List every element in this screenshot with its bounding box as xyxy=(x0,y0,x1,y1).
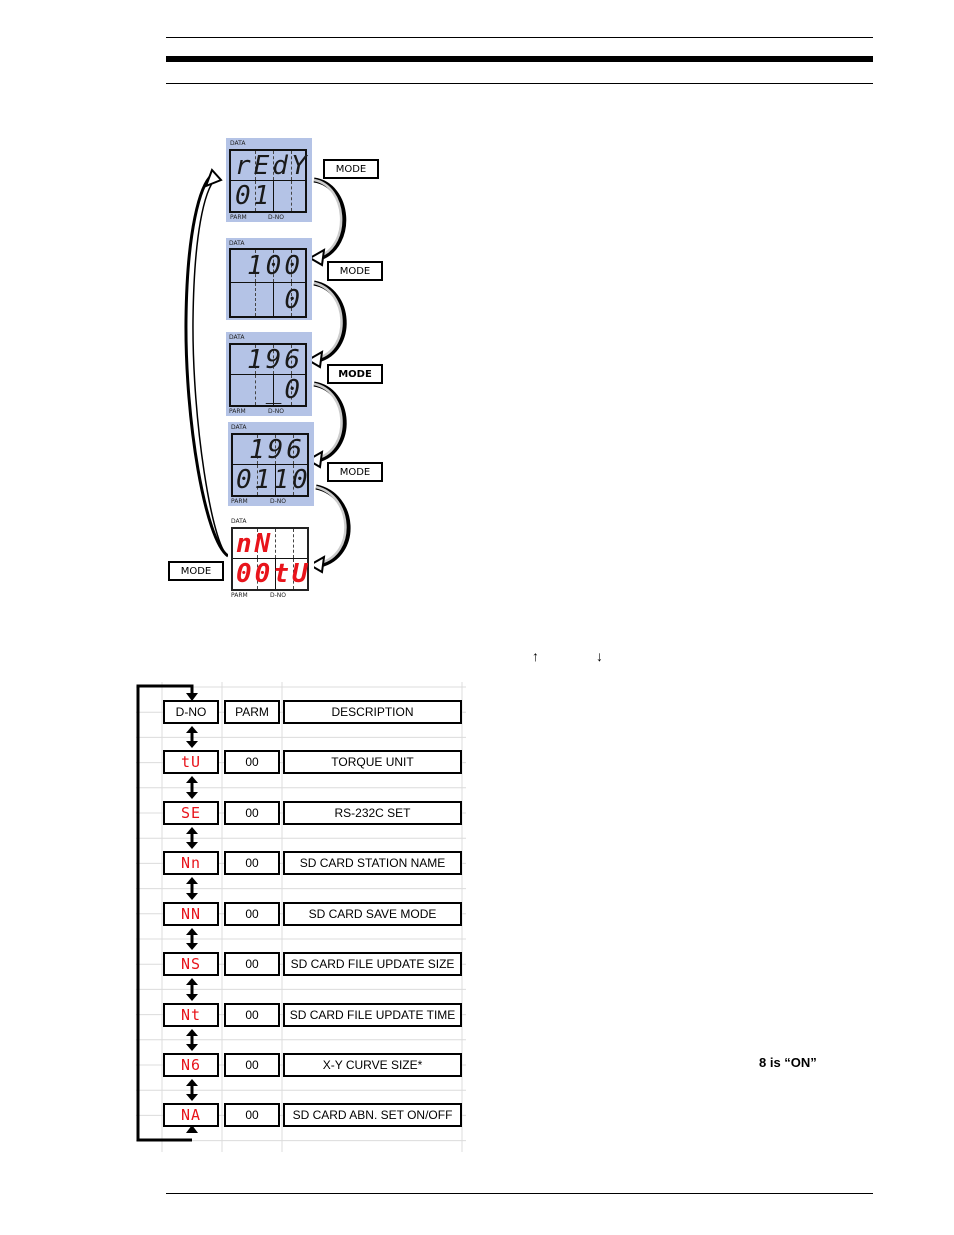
row-nn-save-parm: 00 xyxy=(224,902,280,926)
row-nt-description: SD CARD FILE UPDATE TIME xyxy=(283,1003,462,1027)
row-nn-station-parm: 00 xyxy=(224,851,280,875)
row-ns-dno[interactable]: NS xyxy=(163,952,219,976)
lcd-window: rEdY 01 xyxy=(229,149,307,213)
dno-label: D-NO xyxy=(270,498,286,505)
dno-label: D-NO xyxy=(268,408,284,415)
row-na-description: SD CARD ABN. SET ON/OFF xyxy=(283,1103,462,1127)
mode-button-3[interactable]: MODE xyxy=(327,364,383,384)
row-n6-description: X-Y CURVE SIZE* xyxy=(283,1053,462,1077)
curve-arrow-2 xyxy=(306,280,347,369)
mode-button-5[interactable]: MODE xyxy=(168,561,224,581)
row-tu-description: TORQUE UNIT xyxy=(283,750,462,774)
lcd-screen-196-param: DATA 196 0110 PARM D-NO xyxy=(228,422,314,506)
lcd-screen-196-cursor: DATA 196 _0 PARM D-NO xyxy=(226,332,312,416)
down-arrow-icon: ↓ xyxy=(596,648,603,664)
up-arrow-icon: ↑ xyxy=(532,648,539,664)
row-n6-dno[interactable]: N6 xyxy=(163,1053,219,1077)
header-parm: PARM xyxy=(224,700,280,724)
row-nt-dno[interactable]: Nt xyxy=(163,1003,219,1027)
row-se-dno[interactable]: SE xyxy=(163,801,219,825)
mode-button-1[interactable]: MODE xyxy=(323,159,379,179)
lcd-screen-ready: DATA rEdY 01 PARM D-NO xyxy=(226,138,312,222)
lcd-window: 100 0 xyxy=(229,248,307,318)
lcd-top-digits: 100 xyxy=(247,251,303,281)
data-label: DATA xyxy=(231,424,247,431)
row-nn-save-dno[interactable]: NN xyxy=(163,902,219,926)
row-se-parm: 00 xyxy=(224,801,280,825)
row-nt-parm: 00 xyxy=(224,1003,280,1027)
curve-arrow-1 xyxy=(308,177,347,267)
dno-label: D-NO xyxy=(268,214,284,221)
data-label: DATA xyxy=(230,140,246,147)
parm-label: PARM xyxy=(229,408,246,415)
lcd-screen-torque: DATA 100 0 xyxy=(226,238,312,320)
header-description: DESCRIPTION xyxy=(283,700,462,724)
led-bottom-digits: 00tU xyxy=(236,559,311,589)
header-dno: D-NO xyxy=(163,700,219,724)
lcd-bottom-digits: _0 xyxy=(265,375,303,405)
lcd-bottom-digits: 0110 xyxy=(236,465,311,495)
return-arrowhead-icon xyxy=(204,168,223,188)
led-screen-parameter-mode: DATA nN 00tU PARM D-NO xyxy=(228,516,314,600)
data-label: DATA xyxy=(229,334,245,341)
side-note: 8 is “ON” xyxy=(759,1055,817,1070)
lcd-top-digits: rEdY xyxy=(235,150,310,181)
row-n6-parm: 00 xyxy=(224,1053,280,1077)
row-nn-save-description: SD CARD SAVE MODE xyxy=(283,902,462,926)
led-window: nN 00tU xyxy=(231,527,309,591)
lcd-window: 196 _0 xyxy=(229,343,307,407)
data-label: DATA xyxy=(229,240,245,247)
row-ns-parm: 00 xyxy=(224,952,280,976)
row-ns-description: SD CARD FILE UPDATE SIZE xyxy=(283,952,462,976)
lcd-top-digits: 196 xyxy=(249,434,305,465)
parm-label: PARM xyxy=(230,214,247,221)
parm-label: PARM xyxy=(231,498,248,505)
led-top-digits: nN xyxy=(236,528,274,559)
data-label: DATA xyxy=(231,518,247,525)
lcd-bottom-digits: 01 xyxy=(235,181,273,211)
row-tu-dno[interactable]: tU xyxy=(163,750,219,774)
lcd-bottom-digits: 0 xyxy=(284,284,303,315)
row-tu-parm: 00 xyxy=(224,750,280,774)
curve-arrow-4 xyxy=(308,484,351,574)
dno-label: D-NO xyxy=(270,592,286,599)
row-na-parm: 00 xyxy=(224,1103,280,1127)
lcd-top-digits: 196 xyxy=(247,344,303,375)
lcd-window: 196 0110 xyxy=(231,433,309,497)
row-na-dno[interactable]: NA xyxy=(163,1103,219,1127)
mode-flow-arrows xyxy=(184,168,351,574)
mode-button-2[interactable]: MODE xyxy=(327,261,383,281)
row-nn-station-description: SD CARD STATION NAME xyxy=(283,851,462,875)
parm-label: PARM xyxy=(231,592,248,599)
row-se-description: RS-232C SET xyxy=(283,801,462,825)
mode-button-4[interactable]: MODE xyxy=(327,462,383,482)
row-nn-station-dno[interactable]: Nn xyxy=(163,851,219,875)
footer-rule xyxy=(166,1193,873,1194)
